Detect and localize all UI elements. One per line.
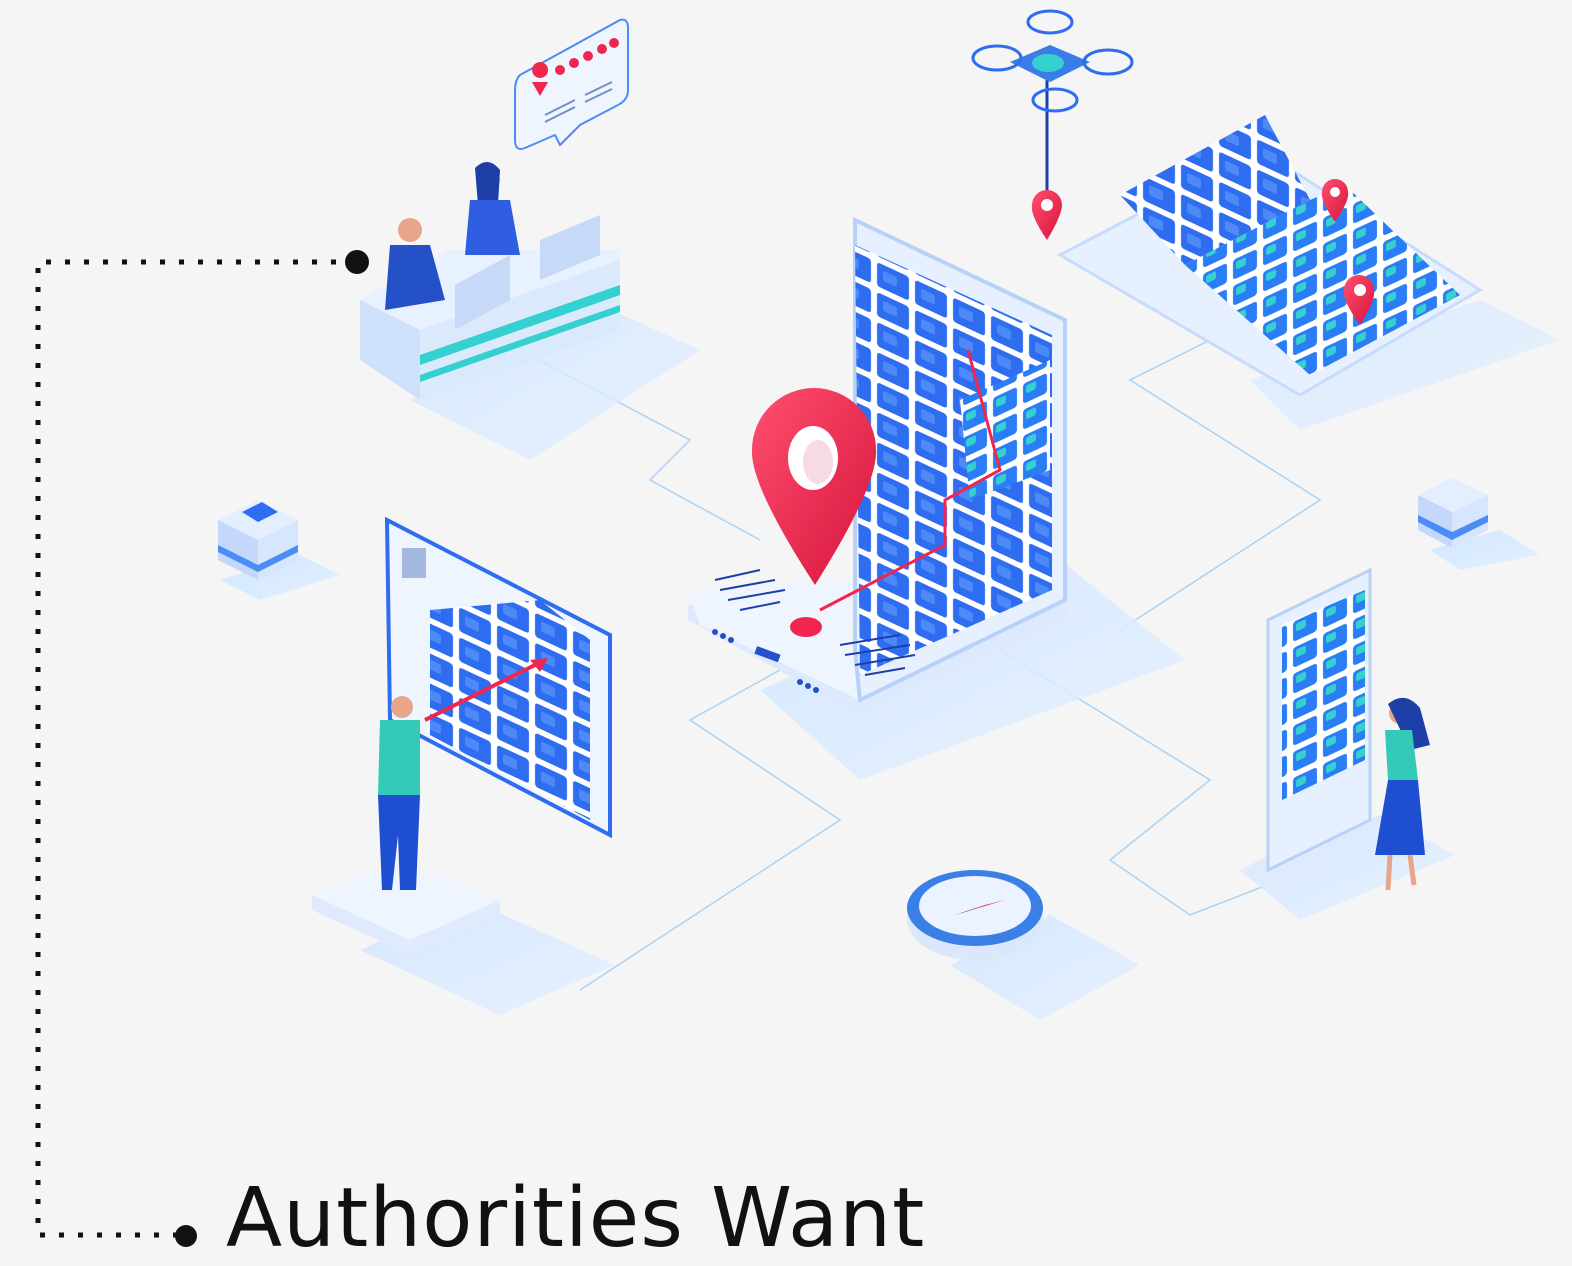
- compass-icon: [907, 870, 1140, 1020]
- smartphone-map-scene: [688, 216, 1185, 780]
- isometric-navigation-illustration: [35, 9, 1560, 1247]
- dotted-connector: [35, 250, 369, 1247]
- reception-desk-scene: [360, 161, 700, 460]
- server-cube-icon-right: [1418, 478, 1540, 570]
- review-bubble-icon: [514, 18, 629, 150]
- kiosk-right-scene: [1240, 567, 1455, 920]
- map-screen-left-scene: [312, 516, 615, 1015]
- server-cube-icon: [218, 500, 340, 600]
- drone-icon: [971, 9, 1134, 240]
- caption-text: Authorities Want: [226, 1171, 926, 1266]
